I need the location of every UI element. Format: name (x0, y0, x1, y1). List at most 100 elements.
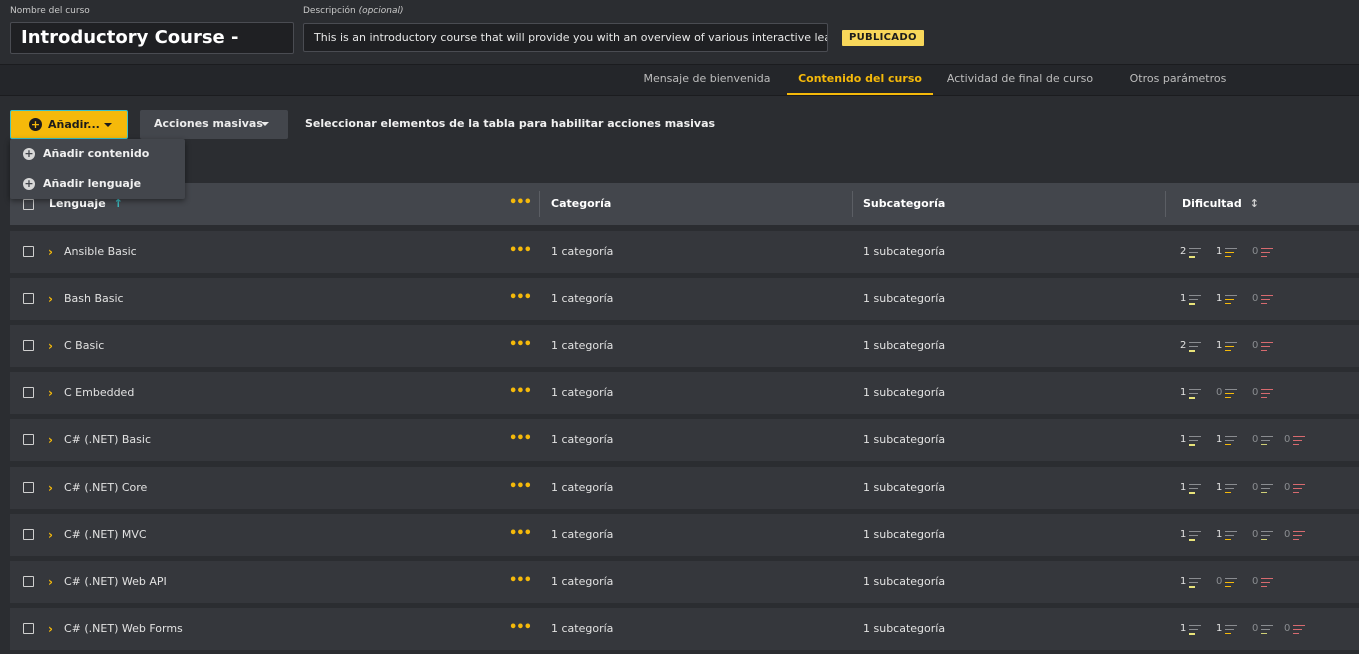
language-name: Bash Basic (64, 292, 124, 305)
difficulty-bars-icon (1189, 342, 1201, 352)
add-button[interactable]: + Añadir... (10, 110, 128, 139)
category-cell[interactable]: 1 categoría (551, 325, 613, 367)
subcategory-cell[interactable]: 1 subcategoría (863, 514, 945, 556)
subcategory-cell[interactable]: 1 subcategoría (863, 419, 945, 461)
menu-item-add-content[interactable]: + Añadir contenido (10, 139, 185, 169)
difficulty-bars-icon (1189, 295, 1201, 305)
difficulty-bars-icon (1189, 531, 1201, 541)
table-row[interactable]: › C# (.NET) Core ••• 1 categoría 1 subca… (10, 467, 1359, 509)
row-checkbox[interactable] (23, 387, 34, 398)
table-row[interactable]: › C# (.NET) Web Forms ••• 1 categoría 1 … (10, 608, 1359, 650)
add-dropdown-menu: + Añadir contenido + Añadir lenguaje (10, 139, 185, 199)
row-options-icon[interactable]: ••• (509, 620, 532, 635)
row-options-icon[interactable]: ••• (509, 243, 532, 258)
row-options-icon[interactable]: ••• (509, 526, 532, 541)
tab-welcome-message[interactable]: Mensaje de bienvenida (636, 65, 778, 95)
expand-chevron-icon[interactable]: › (48, 608, 53, 650)
expand-chevron-icon[interactable]: › (48, 231, 53, 273)
category-cell[interactable]: 1 categoría (551, 467, 613, 509)
table-row[interactable]: › Bash Basic ••• 1 categoría 1 subcatego… (10, 278, 1359, 320)
category-cell[interactable]: 1 categoría (551, 514, 613, 556)
difficulty-bars-icon (1189, 389, 1201, 399)
difficulty-bars-icon (1261, 484, 1273, 493)
mass-actions-label: Acciones masivas (154, 117, 263, 130)
column-difficulty[interactable]: Dificultad ↕ (1182, 183, 1259, 225)
difficulty-bars-icon (1293, 531, 1305, 540)
difficulty-bars-icon (1189, 484, 1201, 494)
row-checkbox[interactable] (23, 623, 34, 634)
table-row[interactable]: › Ansible Basic ••• 1 categoría 1 subcat… (10, 231, 1359, 273)
status-badge: PUBLICADO (842, 30, 924, 46)
course-header: Nombre del curso Introductory Course - D… (0, 0, 1359, 64)
table-row[interactable]: › C# (.NET) MVC ••• 1 categoría 1 subcat… (10, 514, 1359, 556)
subcategory-cell[interactable]: 1 subcategoría (863, 561, 945, 603)
table-row[interactable]: › C Basic ••• 1 categoría 1 subcategoría… (10, 325, 1359, 367)
tab-end-activity[interactable]: Actividad de final de curso (941, 65, 1099, 95)
difficulty-bars-icon (1293, 625, 1305, 634)
row-options-icon[interactable]: ••• (509, 337, 532, 352)
expand-chevron-icon[interactable]: › (48, 514, 53, 556)
expand-chevron-icon[interactable]: › (48, 372, 53, 414)
row-checkbox[interactable] (23, 529, 34, 540)
difficulty-bars-icon (1293, 484, 1305, 493)
course-name-input[interactable]: Introductory Course - (10, 22, 294, 54)
subcategory-cell[interactable]: 1 subcategoría (863, 325, 945, 367)
expand-chevron-icon[interactable]: › (48, 278, 53, 320)
course-name-label: Nombre del curso (10, 6, 90, 16)
mass-actions-hint: Seleccionar elementos de la tabla para h… (305, 117, 716, 130)
difficulty-bars-icon (1261, 578, 1273, 587)
menu-item-add-language[interactable]: + Añadir lenguaje (10, 169, 185, 199)
plus-circle-icon: + (29, 118, 42, 131)
language-name: C# (.NET) MVC (64, 528, 147, 541)
row-checkbox[interactable] (23, 576, 34, 587)
subcategory-cell[interactable]: 1 subcategoría (863, 372, 945, 414)
table-row[interactable]: › C Embedded ••• 1 categoría 1 subcatego… (10, 372, 1359, 414)
row-checkbox[interactable] (23, 482, 34, 493)
row-options-icon[interactable]: ••• (509, 290, 532, 305)
row-checkbox[interactable] (23, 340, 34, 351)
table-row[interactable]: › C# (.NET) Web API ••• 1 categoría 1 su… (10, 561, 1359, 603)
column-divider (539, 191, 540, 217)
category-cell[interactable]: 1 categoría (551, 608, 613, 650)
tab-other-params[interactable]: Otros parámetros (1113, 65, 1243, 95)
difficulty-bars-icon (1225, 436, 1237, 445)
row-options-icon[interactable]: ••• (509, 573, 532, 588)
column-subcategory[interactable]: Subcategoría (863, 183, 945, 225)
difficulty-bars-icon (1225, 484, 1237, 493)
language-name: C# (.NET) Web Forms (64, 622, 183, 635)
category-cell[interactable]: 1 categoría (551, 278, 613, 320)
difficulty-bars-icon (1225, 389, 1237, 398)
subcategory-cell[interactable]: 1 subcategoría (863, 278, 945, 320)
category-cell[interactable]: 1 categoría (551, 231, 613, 273)
subcategory-cell[interactable]: 1 subcategoría (863, 608, 945, 650)
category-cell[interactable]: 1 categoría (551, 372, 613, 414)
add-button-label: Añadir... (48, 118, 100, 131)
select-all-checkbox[interactable] (23, 199, 34, 210)
row-checkbox[interactable] (23, 293, 34, 304)
difficulty-bars-icon (1225, 578, 1237, 587)
expand-chevron-icon[interactable]: › (48, 419, 53, 461)
subcategory-cell[interactable]: 1 subcategoría (863, 231, 945, 273)
row-checkbox[interactable] (23, 246, 34, 257)
difficulty-bars-icon (1225, 248, 1237, 257)
tab-course-content[interactable]: Contenido del curso (787, 65, 933, 95)
tab-bar: Mensaje de bienvenida Contenido del curs… (0, 64, 1359, 96)
row-options-icon[interactable]: ••• (509, 479, 532, 494)
table-row[interactable]: › C# (.NET) Basic ••• 1 categoría 1 subc… (10, 419, 1359, 461)
more-options-icon[interactable]: ••• (509, 195, 532, 210)
category-cell[interactable]: 1 categoría (551, 419, 613, 461)
category-cell[interactable]: 1 categoría (551, 561, 613, 603)
table-header: Lenguaje ↑ ••• Categoría Subcategoría Dif… (10, 183, 1359, 225)
row-options-icon[interactable]: ••• (509, 431, 532, 446)
expand-chevron-icon[interactable]: › (48, 325, 53, 367)
mass-actions-button[interactable]: Acciones masivas (140, 110, 288, 139)
row-checkbox[interactable] (23, 434, 34, 445)
subcategory-cell[interactable]: 1 subcategoría (863, 467, 945, 509)
difficulty-bars-icon (1225, 625, 1237, 634)
expand-chevron-icon[interactable]: › (48, 467, 53, 509)
description-input[interactable]: This is an introductory course that will… (303, 23, 828, 52)
column-category[interactable]: Categoría (551, 183, 611, 225)
expand-chevron-icon[interactable]: › (48, 561, 53, 603)
description-label: Descripción (opcional) (303, 6, 404, 16)
row-options-icon[interactable]: ••• (509, 384, 532, 399)
